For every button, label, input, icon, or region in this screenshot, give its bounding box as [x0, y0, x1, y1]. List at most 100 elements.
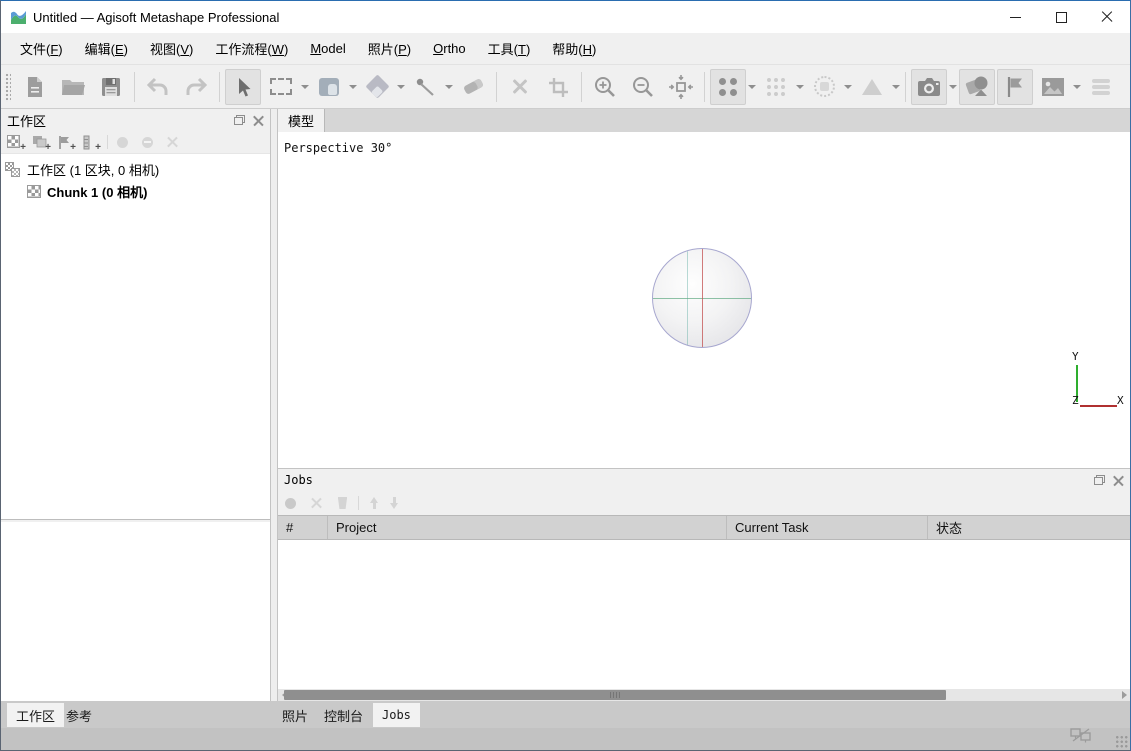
toolbar-grip[interactable]	[4, 72, 11, 102]
scroll-right-arrow-icon[interactable]	[1118, 689, 1130, 701]
flag-icon	[1004, 75, 1026, 99]
undo-icon	[146, 76, 170, 98]
remove-item-button[interactable]	[167, 135, 183, 150]
menu-item-view[interactable]: 视图(V)	[139, 35, 204, 62]
tab-console[interactable]: 控制台	[315, 703, 372, 727]
redo-button[interactable]	[178, 69, 214, 105]
show-layers-button[interactable]	[1083, 69, 1119, 105]
menu-item-workflow[interactable]: 工作流程(W)	[204, 35, 299, 62]
enable-item-button[interactable]	[117, 135, 133, 150]
resize-grip[interactable]	[1115, 735, 1128, 748]
add-photos-button[interactable]: +	[32, 135, 48, 150]
fit-view-button[interactable]	[663, 69, 699, 105]
undo-button[interactable]	[140, 69, 176, 105]
dense-cloud-view-button[interactable]	[758, 69, 794, 105]
workspace-panel-header: 工作区	[1, 109, 270, 131]
delete-button[interactable]	[502, 69, 538, 105]
menu-item-ortho[interactable]: Ortho	[422, 37, 477, 60]
horizontal-scrollbar[interactable]	[278, 689, 1130, 701]
menu-item-edit[interactable]: 编辑(E)	[74, 35, 139, 62]
cancel-job-button[interactable]	[311, 496, 327, 511]
chunk-node-icon	[27, 185, 41, 198]
tab-workspace[interactable]: 工作区	[7, 703, 64, 727]
jobs-table-body[interactable]	[278, 541, 1130, 691]
show-cameras-dropdown[interactable]	[948, 69, 957, 105]
zoom-out-button[interactable]	[625, 69, 661, 105]
clear-jobs-button[interactable]	[337, 497, 348, 509]
float-panel-icon[interactable]	[1094, 475, 1105, 485]
point-cloud-view-button[interactable]	[710, 69, 746, 105]
minimize-icon	[1010, 17, 1021, 18]
toolbar-separator	[581, 72, 582, 102]
dense-cloud-dropdown[interactable]	[795, 69, 804, 105]
rotate-object-icon	[365, 74, 389, 98]
rectangle-selection-button[interactable]	[263, 69, 299, 105]
mesh-view-button[interactable]	[806, 69, 842, 105]
rectangle-selection-dropdown[interactable]	[300, 69, 309, 105]
menu-item-help[interactable]: 帮助(H)	[541, 35, 607, 62]
disable-item-button[interactable]	[142, 135, 158, 150]
column-header-status[interactable]: 状态	[928, 516, 1130, 539]
rotate-object-button[interactable]	[359, 69, 395, 105]
column-header-index[interactable]: #	[278, 516, 328, 539]
navigation-dropdown[interactable]	[348, 69, 357, 105]
column-header-project[interactable]: Project	[328, 516, 727, 539]
rotate-dropdown[interactable]	[396, 69, 405, 105]
show-images-dropdown[interactable]	[1072, 69, 1081, 105]
mesh-view-dropdown[interactable]	[843, 69, 852, 105]
show-markers-button[interactable]	[997, 69, 1033, 105]
tab-model[interactable]: 模型	[278, 109, 325, 132]
column-header-current-task[interactable]: Current Task	[727, 516, 928, 539]
menu-item-model[interactable]: Model	[299, 37, 356, 60]
show-shapes-button[interactable]	[959, 69, 995, 105]
resize-region-button[interactable]	[540, 69, 576, 105]
eraser-button[interactable]	[455, 69, 491, 105]
bottom-bar: 工作区 参考 照片 控制台 Jobs	[1, 701, 1130, 750]
run-job-button[interactable]	[285, 496, 301, 511]
scrollbar-thumb[interactable]	[284, 690, 946, 700]
axis-x-label: X	[1117, 394, 1124, 407]
model-solid-view-button[interactable]	[854, 69, 890, 105]
show-cameras-button[interactable]	[911, 69, 947, 105]
model-solid-dropdown[interactable]	[891, 69, 900, 105]
close-panel-icon[interactable]	[253, 115, 264, 126]
menu-item-photos[interactable]: 照片(P)	[357, 35, 422, 62]
close-button[interactable]	[1084, 1, 1130, 33]
move-job-down-button[interactable]	[389, 497, 399, 509]
select-cursor-button[interactable]	[225, 69, 261, 105]
show-images-button[interactable]	[1035, 69, 1071, 105]
menu-item-tools[interactable]: 工具(T)	[477, 35, 542, 62]
open-folder-button[interactable]	[55, 69, 91, 105]
navigation-pan-button[interactable]	[311, 69, 347, 105]
close-panel-icon[interactable]	[1113, 475, 1124, 486]
tree-item-workspace[interactable]: 工作区 (1 区块, 0 相机)	[1, 158, 270, 180]
zoom-in-button[interactable]	[587, 69, 623, 105]
run-job-icon	[285, 498, 296, 509]
add-marker-button[interactable]: +	[57, 135, 73, 150]
zoom-in-icon	[593, 75, 617, 99]
dense-cloud-icon	[767, 78, 785, 96]
save-button[interactable]	[93, 69, 129, 105]
vertical-splitter[interactable]	[271, 109, 278, 701]
add-scalebar-button[interactable]: +	[82, 135, 98, 150]
tab-reference[interactable]: 参考	[57, 703, 101, 727]
float-panel-icon[interactable]	[234, 115, 245, 125]
ruler-dropdown[interactable]	[444, 69, 453, 105]
axis-y-label: Y	[1072, 350, 1079, 363]
tab-jobs[interactable]: Jobs	[373, 703, 420, 727]
minimize-button[interactable]	[992, 1, 1038, 33]
ruler-button[interactable]	[407, 69, 443, 105]
move-job-up-button[interactable]	[369, 497, 379, 509]
menu-item-file[interactable]: 文件(F)	[9, 35, 74, 62]
model-view[interactable]: Perspective 30° Y Z X	[278, 132, 1130, 468]
tab-photos[interactable]: 照片	[273, 703, 317, 727]
menubar: 文件(F) 编辑(E) 视图(V) 工作流程(W) Model 照片(P) Or…	[1, 33, 1130, 65]
zoom-out-icon	[631, 75, 655, 99]
maximize-button[interactable]	[1038, 1, 1084, 33]
add-chunk-button[interactable]: +	[7, 135, 23, 150]
status-strip	[1, 728, 1130, 750]
point-cloud-dropdown[interactable]	[747, 69, 756, 105]
add-chunk-icon	[7, 135, 20, 148]
tree-item-chunk[interactable]: Chunk 1 (0 相机)	[1, 180, 270, 202]
new-document-button[interactable]	[17, 69, 53, 105]
